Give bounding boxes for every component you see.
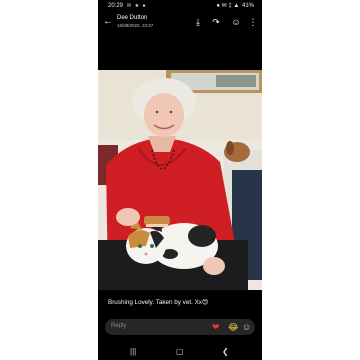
share-icon[interactable]: ↷ <box>211 16 221 28</box>
phone-screen: 20:29 ✉ ★ ● ● ✉ ‡ ▲ 41% ← Dee Dutton 16/… <box>98 0 262 360</box>
more-options-icon[interactable]: ⋮ <box>248 16 258 28</box>
notification-icons: ✉ ★ ● <box>127 3 147 9</box>
message-caption: Brushing Lovely. Taken by vet. Xx😍 <box>108 299 209 306</box>
system-icons: ● ✉ ‡ ▲ 41% <box>215 0 254 12</box>
photo-illustration <box>98 70 262 290</box>
home-icon[interactable]: ▢ <box>176 347 184 357</box>
heart-reaction-icon[interactable]: ❤ <box>212 321 220 333</box>
shared-photo[interactable] <box>98 70 262 290</box>
signal-icons: ● ✉ ‡ ▲ <box>216 3 240 9</box>
battery-level: 41% <box>241 3 254 9</box>
message-timestamp: 16/09/2022, 10:27 <box>117 23 154 28</box>
recents-icon[interactable]: ||| <box>130 347 136 357</box>
laugh-reaction-icon[interactable]: 😂 <box>228 321 239 333</box>
back-arrow-icon[interactable]: ← <box>103 16 113 28</box>
sender-name: Dee Dutton <box>117 15 148 21</box>
download-icon[interactable]: ⤓ <box>193 16 203 28</box>
message-header: ← Dee Dutton 16/09/2022, 10:27 ⤓ ↷ ☺ ⋮ <box>98 12 262 34</box>
status-bar: 20:29 ✉ ★ ● ● ✉ ‡ ▲ 41% <box>98 0 262 12</box>
add-emoji-icon[interactable]: ☺ <box>231 16 241 28</box>
navigation-bar: ||| ▢ ❮ <box>98 345 262 360</box>
nav-back-icon[interactable]: ❮ <box>222 347 229 357</box>
status-time: 20:29 <box>108 3 124 9</box>
add-reaction-icon[interactable]: ☺ <box>242 321 251 333</box>
reply-placeholder: Reply <box>111 323 127 329</box>
reply-input[interactable]: Reply ❤ 😂 ☺ <box>105 319 255 335</box>
